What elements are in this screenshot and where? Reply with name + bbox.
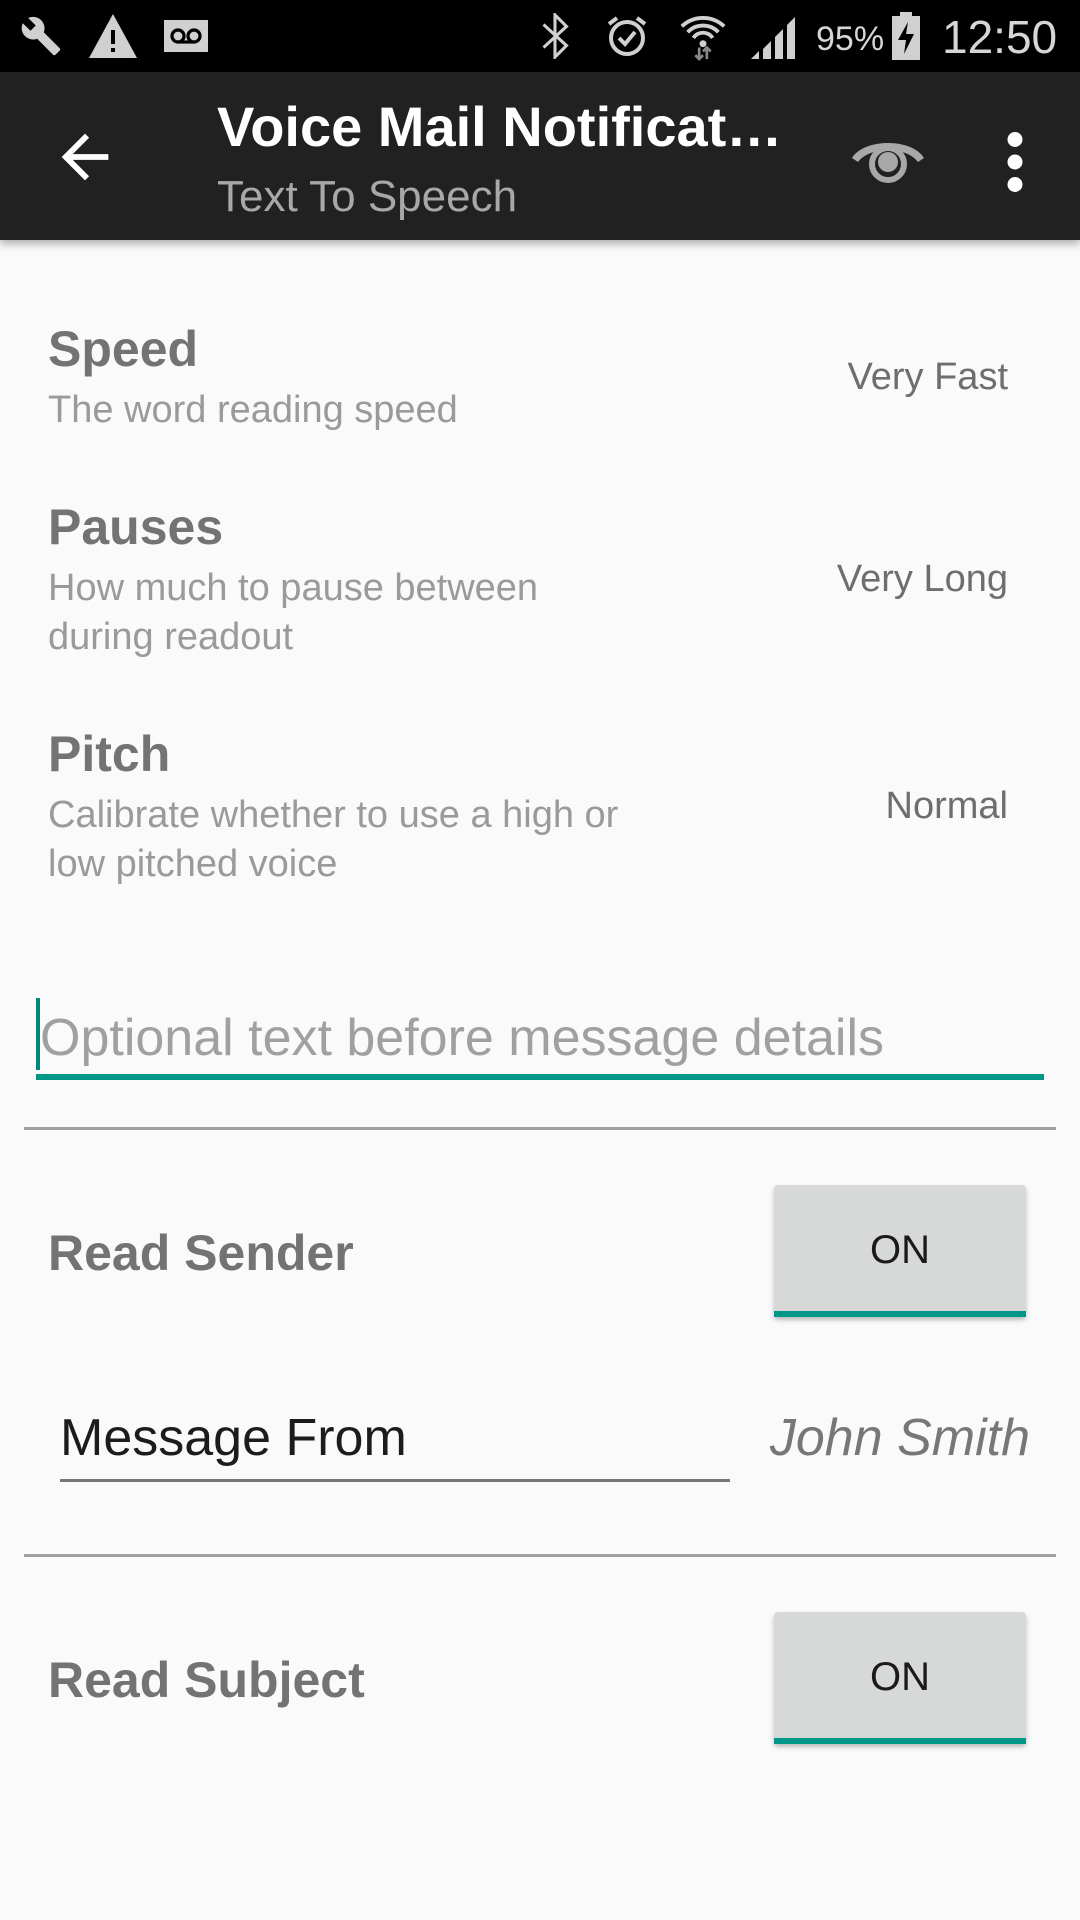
back-arrow-icon[interactable] xyxy=(50,122,120,192)
read-sender-label: Read Sender xyxy=(48,1225,354,1281)
voicemail-icon xyxy=(162,14,210,58)
clock: 12:50 xyxy=(942,11,1058,63)
read-subject-label: Read Subject xyxy=(48,1652,365,1708)
sender-prefix-text: Message From xyxy=(60,1409,407,1467)
pref-summary: The word reading speed xyxy=(48,389,458,431)
pref-title: Pauses xyxy=(48,499,224,555)
read-subject-toggle[interactable]: ON xyxy=(774,1612,1026,1744)
pref-value: Very Fast xyxy=(847,356,1009,398)
page-subtitle: Text To Speech xyxy=(217,172,518,221)
signal-icon xyxy=(748,14,804,59)
pref-summary: Calibrate whether to use a high or low p… xyxy=(48,794,619,885)
pref-value: Normal xyxy=(885,785,1008,827)
toggle-state: ON xyxy=(870,1228,930,1272)
battery-percent: 95% xyxy=(816,20,885,58)
alarm-icon xyxy=(602,14,652,58)
bottom-clip xyxy=(0,1840,1080,1920)
pref-summary: How much to pause between during readout xyxy=(48,567,539,658)
read-sender-toggle[interactable]: ON xyxy=(774,1185,1026,1317)
pref-title: Pitch xyxy=(48,726,171,782)
intro-text-placeholder: Optional text before message details xyxy=(40,1009,885,1067)
sender-prefix-input[interactable]: Message From xyxy=(60,1408,730,1482)
intro-text-input[interactable]: Optional text before message details xyxy=(36,998,1044,1080)
battery-charging-icon xyxy=(890,12,922,60)
wrench-icon xyxy=(18,14,64,58)
input-underline xyxy=(60,1479,730,1482)
more-options-icon[interactable] xyxy=(990,127,1040,197)
pref-speed[interactable]: Speed The word reading speed Very Fast xyxy=(48,320,1008,435)
pref-pitch[interactable]: Pitch Calibrate whether to use a high or… xyxy=(48,725,1008,889)
pref-pauses[interactable]: Pauses How much to pause between during … xyxy=(48,498,1008,662)
warning-icon xyxy=(88,14,138,58)
wifi-icon xyxy=(675,14,731,61)
toggle-indicator xyxy=(774,1738,1026,1744)
page-title: Voice Mail Notificat… xyxy=(217,95,783,158)
toggle-indicator xyxy=(774,1311,1026,1317)
toggle-state: ON xyxy=(870,1655,930,1699)
input-underline xyxy=(36,1074,1044,1080)
bluetooth-icon xyxy=(535,13,575,59)
eye-icon[interactable] xyxy=(848,130,928,190)
divider xyxy=(24,1554,1056,1557)
app-bar: Voice Mail Notificat… Text To Speech xyxy=(0,72,1080,240)
divider xyxy=(24,1127,1056,1130)
status-bar: 95% 12:50 xyxy=(0,0,1080,72)
pref-value: Very Long xyxy=(836,558,1008,600)
sender-sample: John Smith xyxy=(769,1409,1030,1467)
